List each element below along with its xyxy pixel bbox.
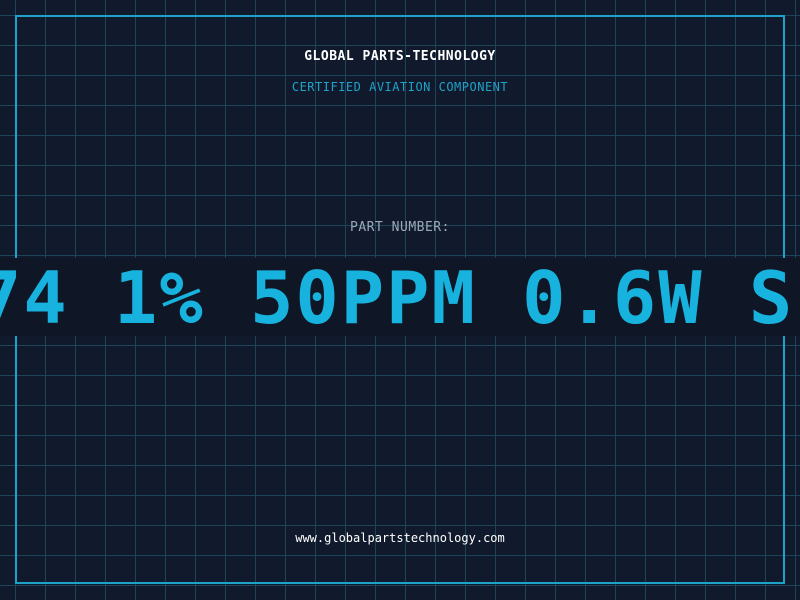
website-url: www.globalpartstechnology.com [295,531,505,545]
part-number-ticker: 74 1% 50PPM 0.6W S [0,258,795,336]
label-card: GLOBAL PARTS-TECHNOLOGY CERTIFIED AVIATI… [0,0,800,600]
part-number-label: PART NUMBER: [350,220,450,235]
certification-tagline: CERTIFIED AVIATION COMPONENT [291,80,509,94]
company-name: GLOBAL PARTS-TECHNOLOGY [304,49,496,64]
part-number-band: 74 1% 50PPM 0.6W S [0,258,800,336]
